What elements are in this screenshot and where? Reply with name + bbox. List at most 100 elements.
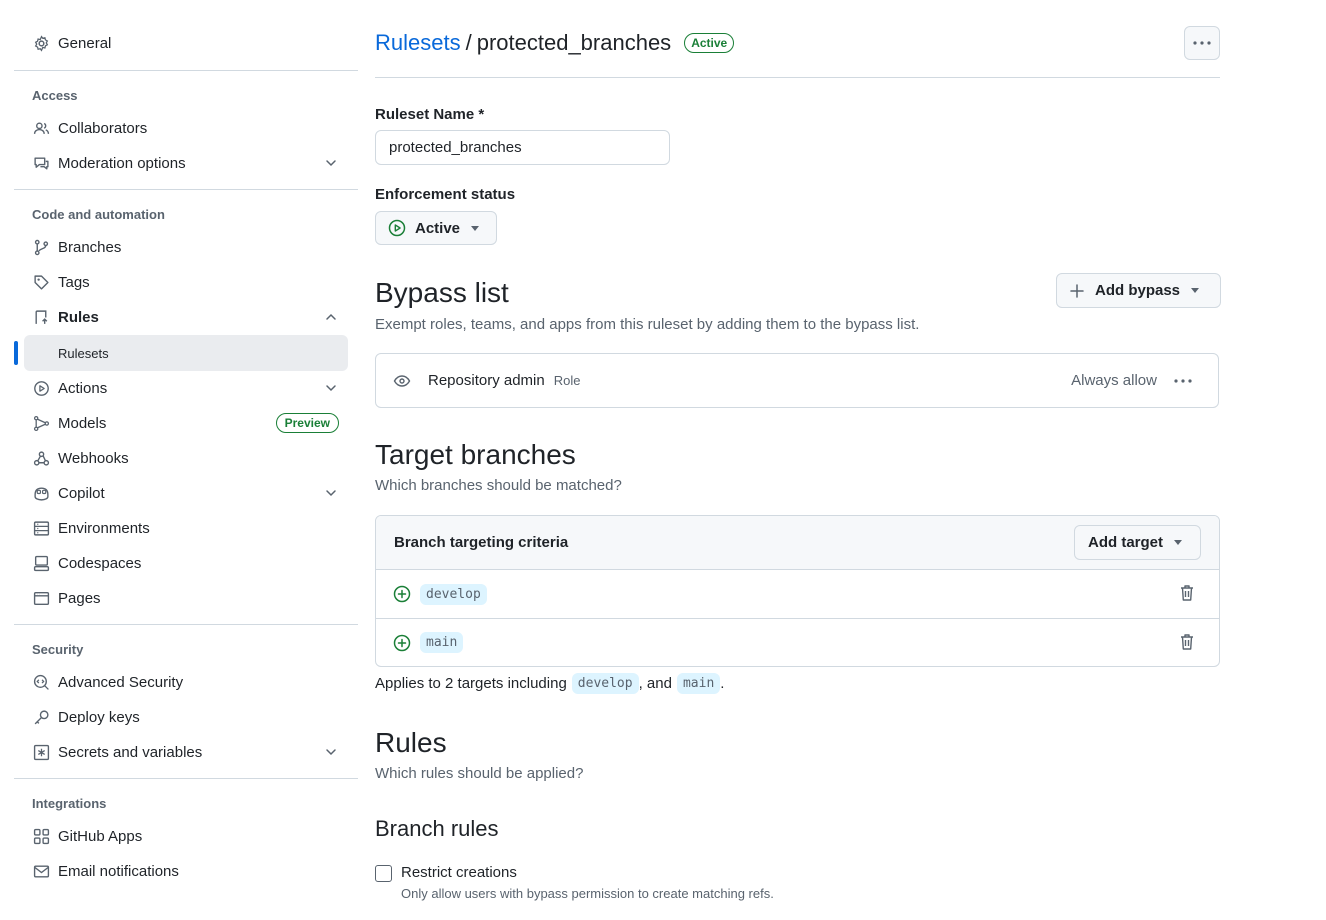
more-options-button[interactable] <box>1184 26 1220 60</box>
caret-down-icon <box>1174 540 1182 545</box>
chevron-down-icon <box>326 160 336 167</box>
add-bypass-button[interactable]: Add bypass <box>1056 273 1221 308</box>
enforcement-group: Enforcement status Active <box>375 186 515 245</box>
sidebar-item-label: Rules <box>58 309 99 326</box>
codescan-icon <box>32 674 50 692</box>
sidebar-item-github-apps[interactable]: GitHub Apps <box>14 819 358 854</box>
sidebar-item-pages[interactable]: Pages <box>14 581 358 616</box>
server-icon <box>32 520 50 538</box>
sidebar-item-label: General <box>58 35 112 52</box>
targets-summary-mid: , and <box>638 675 672 692</box>
sidebar-item-tags[interactable]: Tags <box>14 265 358 300</box>
sidebar-item-rules[interactable]: Rules <box>14 300 358 335</box>
preview-badge: Preview <box>275 413 339 433</box>
branch-rules-title: Branch rules <box>375 816 499 841</box>
sidebar-item-environments[interactable]: Environments <box>14 511 358 546</box>
enforcement-value: Active <box>415 219 461 237</box>
caret-down-icon <box>1191 288 1200 293</box>
sidebar-item-moderation[interactable]: Moderation options <box>14 146 358 181</box>
asterisk-icon <box>32 744 50 762</box>
ruleset-name-group: Ruleset Name * protected_branches <box>375 106 670 165</box>
status-badge: Active <box>684 33 735 53</box>
chevron-down-icon <box>326 490 336 497</box>
bypass-entry: Repository admin Role Always allow <box>375 353 1219 408</box>
targets-summary-prefix: Applies to 2 targets including <box>375 675 567 692</box>
chevron-down-icon <box>326 385 336 392</box>
kebab-horizontal-icon <box>1193 41 1211 45</box>
breadcrumb-link-rulesets[interactable]: Rulesets <box>375 30 461 56</box>
divider <box>14 624 358 625</box>
sidebar-item-actions[interactable]: Actions <box>14 371 358 406</box>
plus-icon <box>1070 283 1084 298</box>
sidebar-item-label: Email notifications <box>58 863 179 880</box>
trash-icon[interactable] <box>1179 633 1195 651</box>
play-icon <box>32 380 50 398</box>
sidebar-item-general[interactable]: General <box>14 26 358 61</box>
sidebar-item-codespaces[interactable]: Codespaces <box>14 546 358 581</box>
restrict-creations-option: Restrict creations Only allow users with… <box>375 864 774 901</box>
webhook-icon <box>32 450 50 468</box>
targets-summary: Applies to 2 targets including develop ,… <box>375 673 724 694</box>
comment-icon <box>32 155 50 173</box>
chevron-down-icon <box>326 749 336 756</box>
plus-circle-icon <box>393 585 411 603</box>
sidebar-item-label: Advanced Security <box>58 674 184 691</box>
caret-down-icon <box>471 225 480 231</box>
add-target-button[interactable]: Add target <box>1074 525 1201 560</box>
section-label-integrations: Integrations <box>32 795 107 811</box>
enforcement-status-dropdown[interactable]: Active <box>375 211 497 245</box>
sidebar-item-label: Environments <box>58 520 150 537</box>
enforcement-label: Enforcement status <box>375 186 516 203</box>
target-row: main <box>376 618 1219 666</box>
section-label-access: Access <box>32 87 78 103</box>
target-pattern: develop <box>420 583 487 605</box>
breadcrumb: Rulesets / protected_branches Active <box>375 30 735 56</box>
mail-icon <box>32 863 50 881</box>
sidebar-item-label: Webhooks <box>58 450 129 467</box>
repo-push-icon <box>32 309 50 327</box>
trash-icon[interactable] <box>1179 584 1195 602</box>
sidebar-item-webhooks[interactable]: Webhooks <box>14 441 358 476</box>
rules-description: Which rules should be applied? <box>375 765 584 782</box>
key-icon <box>32 709 50 727</box>
divider <box>14 778 358 779</box>
sidebar-item-secrets[interactable]: Secrets and variables <box>14 735 358 770</box>
sidebar-item-label: GitHub Apps <box>58 828 143 845</box>
git-branch-icon <box>32 239 50 257</box>
sidebar-item-label: Secrets and variables <box>58 744 203 761</box>
bypass-actor-name: Repository admin <box>428 372 545 389</box>
eye-icon <box>393 374 411 387</box>
targets-summary-chip: develop <box>571 673 639 694</box>
sidebar-item-label: Branches <box>58 239 122 256</box>
kebab-horizontal-icon[interactable] <box>1174 378 1192 383</box>
restrict-creations-checkbox[interactable] <box>375 865 392 882</box>
divider <box>14 189 358 190</box>
breadcrumb-separator: / <box>465 30 472 55</box>
apps-icon <box>32 828 50 846</box>
sidebar-item-email-notifications[interactable]: Email notifications <box>14 854 358 889</box>
models-icon <box>32 415 50 433</box>
sidebar-item-copilot[interactable]: Copilot <box>14 476 358 511</box>
sidebar-item-label: Rulesets <box>58 345 109 361</box>
sidebar-item-label: Collaborators <box>58 120 148 137</box>
sidebar-item-rulesets[interactable]: Rulesets <box>24 335 348 371</box>
ruleset-name-label: Ruleset Name * <box>375 106 485 123</box>
sidebar-item-collaborators[interactable]: Collaborators <box>14 111 358 146</box>
people-icon <box>32 120 50 138</box>
section-label-security: Security <box>32 641 84 657</box>
settings-sidebar: General Access Collaborators Moderation … <box>14 24 358 889</box>
sidebar-item-models[interactable]: Models Preview <box>14 406 358 441</box>
sidebar-item-advanced-security[interactable]: Advanced Security <box>14 665 358 700</box>
branch-targeting-panel: Branch targeting criteria Add target dev… <box>375 515 1220 667</box>
ruleset-name-input[interactable]: protected_branches <box>375 130 670 165</box>
sidebar-item-branches[interactable]: Branches <box>14 230 358 265</box>
bypass-mode: Always allow <box>1071 372 1157 389</box>
bypass-list-description: Exempt roles, teams, and apps from this … <box>375 316 920 333</box>
chevron-up-icon <box>326 313 336 320</box>
restrict-creations-label: Restrict creations <box>401 864 517 881</box>
target-pattern: main <box>420 632 464 653</box>
page-header: Rulesets / protected_branches Active <box>375 0 1220 78</box>
sidebar-item-deploy-keys[interactable]: Deploy keys <box>14 700 358 735</box>
target-branches-description: Which branches should be matched? <box>375 477 622 494</box>
copilot-icon <box>32 485 50 503</box>
